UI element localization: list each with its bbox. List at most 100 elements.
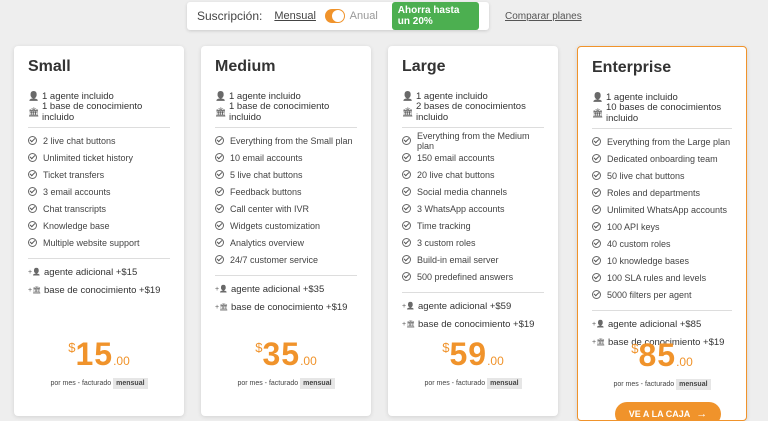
check-circle-icon xyxy=(402,238,411,247)
checkout-button[interactable]: VE A LA CAJA → xyxy=(615,402,721,421)
feature-item: Feedback buttons xyxy=(215,183,357,200)
included-label: 1 agente incluido xyxy=(606,91,678,103)
feature-label: Roles and departments xyxy=(607,187,701,198)
annual-option[interactable]: Anual xyxy=(350,10,378,22)
bank-icon: 🏛 xyxy=(402,106,414,117)
monthly-option[interactable]: Mensual xyxy=(274,10,316,22)
feature-label: 10 knowledge bases xyxy=(607,255,690,266)
plan-card-medium: Medium 👤 1 agente incluido 🏛 1 base de conoc… xyxy=(201,46,371,416)
check-circle-icon xyxy=(28,221,37,230)
billing-tag: mensual xyxy=(487,378,522,389)
addon-item: +🏛 base de conocimiento +$19 xyxy=(215,298,357,316)
check-circle-icon xyxy=(592,205,601,214)
feature-label: Everything from the Small plan xyxy=(230,135,353,146)
addon-label: base de conocimiento +$19 xyxy=(418,318,535,330)
billing-period: por mes - facturado mensual xyxy=(201,378,371,389)
check-circle-icon xyxy=(402,255,411,264)
feature-item: Everything from the Medium plan xyxy=(402,131,544,151)
check-circle-icon xyxy=(592,154,601,163)
feature-label: 3 email accounts xyxy=(43,186,111,197)
addon-label: base de conocimiento +$19 xyxy=(44,284,161,296)
feature-item: Roles and departments xyxy=(592,184,732,201)
user-icon: 👤 xyxy=(592,91,604,102)
check-circle-icon xyxy=(402,153,411,162)
plan-name: Large xyxy=(402,58,446,75)
add-user-icon: +👤 xyxy=(28,269,41,276)
check-circle-icon xyxy=(592,171,601,180)
feature-label: 3 WhatsApp accounts xyxy=(417,203,505,214)
feature-label: Call center with IVR xyxy=(230,203,310,214)
addon-label: agente adicional +$85 xyxy=(608,318,702,330)
check-circle-icon xyxy=(402,272,411,281)
price: $35.00 xyxy=(201,336,371,373)
feature-item: 10 email accounts xyxy=(215,149,357,166)
billing-period: por mes - facturado mensual xyxy=(14,378,184,389)
check-circle-icon xyxy=(28,204,37,213)
divider xyxy=(215,127,357,128)
check-circle-icon xyxy=(592,188,601,197)
price-decimals: .00 xyxy=(487,354,504,368)
divider xyxy=(28,127,170,128)
feature-label: 150 email accounts xyxy=(417,152,495,163)
price-currency: $ xyxy=(68,340,76,355)
included-label: 1 base de conocimiento incluido xyxy=(229,101,330,123)
feature-item: 3 custom roles xyxy=(402,234,544,251)
price-decimals: .00 xyxy=(113,354,130,368)
included-label: 1 agente incluido xyxy=(416,90,488,102)
included-label: 1 agente incluido xyxy=(42,90,114,102)
check-circle-icon xyxy=(592,290,601,299)
feature-item: 10 knowledge bases xyxy=(592,252,732,269)
check-circle-icon xyxy=(215,170,224,179)
feature-label: 40 custom roles xyxy=(607,238,671,249)
addon-label: agente adicional +$59 xyxy=(418,300,512,312)
check-circle-icon xyxy=(402,221,411,230)
subscription-bar: Suscripción: Mensual Anual Ahorra hasta … xyxy=(187,2,489,30)
feature-label: Analytics overview xyxy=(230,237,305,248)
feature-item: Knowledge base xyxy=(28,217,170,234)
feature-label: 2 live chat buttons xyxy=(43,135,116,146)
billing-toggle[interactable] xyxy=(324,9,345,23)
addon-label: agente adicional +$15 xyxy=(44,266,138,278)
check-circle-icon xyxy=(592,137,601,146)
feature-item: Dedicated onboarding team xyxy=(592,150,732,167)
feature-label: Chat transcripts xyxy=(43,203,107,214)
feature-item: 24/7 customer service xyxy=(215,251,357,268)
check-circle-icon xyxy=(215,221,224,230)
divider xyxy=(28,258,170,259)
check-circle-icon xyxy=(402,170,411,179)
feature-label: 5 live chat buttons xyxy=(230,169,303,180)
compare-plans-link[interactable]: Comparar planes xyxy=(505,11,582,22)
feature-item: 5000 filters per agent xyxy=(592,286,732,303)
check-circle-icon xyxy=(28,187,37,196)
plan-name: Medium xyxy=(215,58,276,75)
feature-item: 100 SLA rules and levels xyxy=(592,269,732,286)
feature-item: Chat transcripts xyxy=(28,200,170,217)
price-currency: $ xyxy=(255,340,263,355)
included-label: 10 bases de conocimientos incluido xyxy=(606,102,722,124)
addon-label: agente adicional +$35 xyxy=(231,283,325,295)
plan-name: Small xyxy=(28,58,71,75)
bank-icon: 🏛 xyxy=(28,106,40,117)
check-circle-icon xyxy=(215,187,224,196)
period-label: por mes - facturado xyxy=(50,380,112,387)
included-label: 1 base de conocimiento incluido xyxy=(42,101,143,123)
feature-item: Everything from the Small plan xyxy=(215,132,357,149)
add-user-icon: +👤 xyxy=(592,321,605,328)
feature-item: 500 predefined answers xyxy=(402,268,544,285)
feature-item: 2 live chat buttons xyxy=(28,132,170,149)
divider xyxy=(215,275,357,276)
bank-icon: 🏛 xyxy=(592,107,604,118)
plan-card-large: Large 👤 1 agente incluido 🏛 2 bases de conoc… xyxy=(388,46,558,416)
add-bank-icon: +🏛 xyxy=(215,304,228,311)
plan-card-small: Small 👤 1 agente incluido 🏛 1 base de conoci… xyxy=(14,46,184,416)
included-label: 2 bases de conocimientos incluido xyxy=(416,101,526,123)
feature-item: 3 email accounts xyxy=(28,183,170,200)
check-circle-icon xyxy=(28,136,37,145)
feature-item: Social media channels xyxy=(402,183,544,200)
feature-item: 20 live chat buttons xyxy=(402,166,544,183)
check-circle-icon xyxy=(592,273,601,282)
addon-item: +👤 agente adicional +$85 xyxy=(592,315,732,333)
bank-icon: 🏛 xyxy=(215,106,227,117)
period-label: por mes - facturado xyxy=(237,380,299,387)
feature-label: Unlimited WhatsApp accounts xyxy=(607,204,728,215)
